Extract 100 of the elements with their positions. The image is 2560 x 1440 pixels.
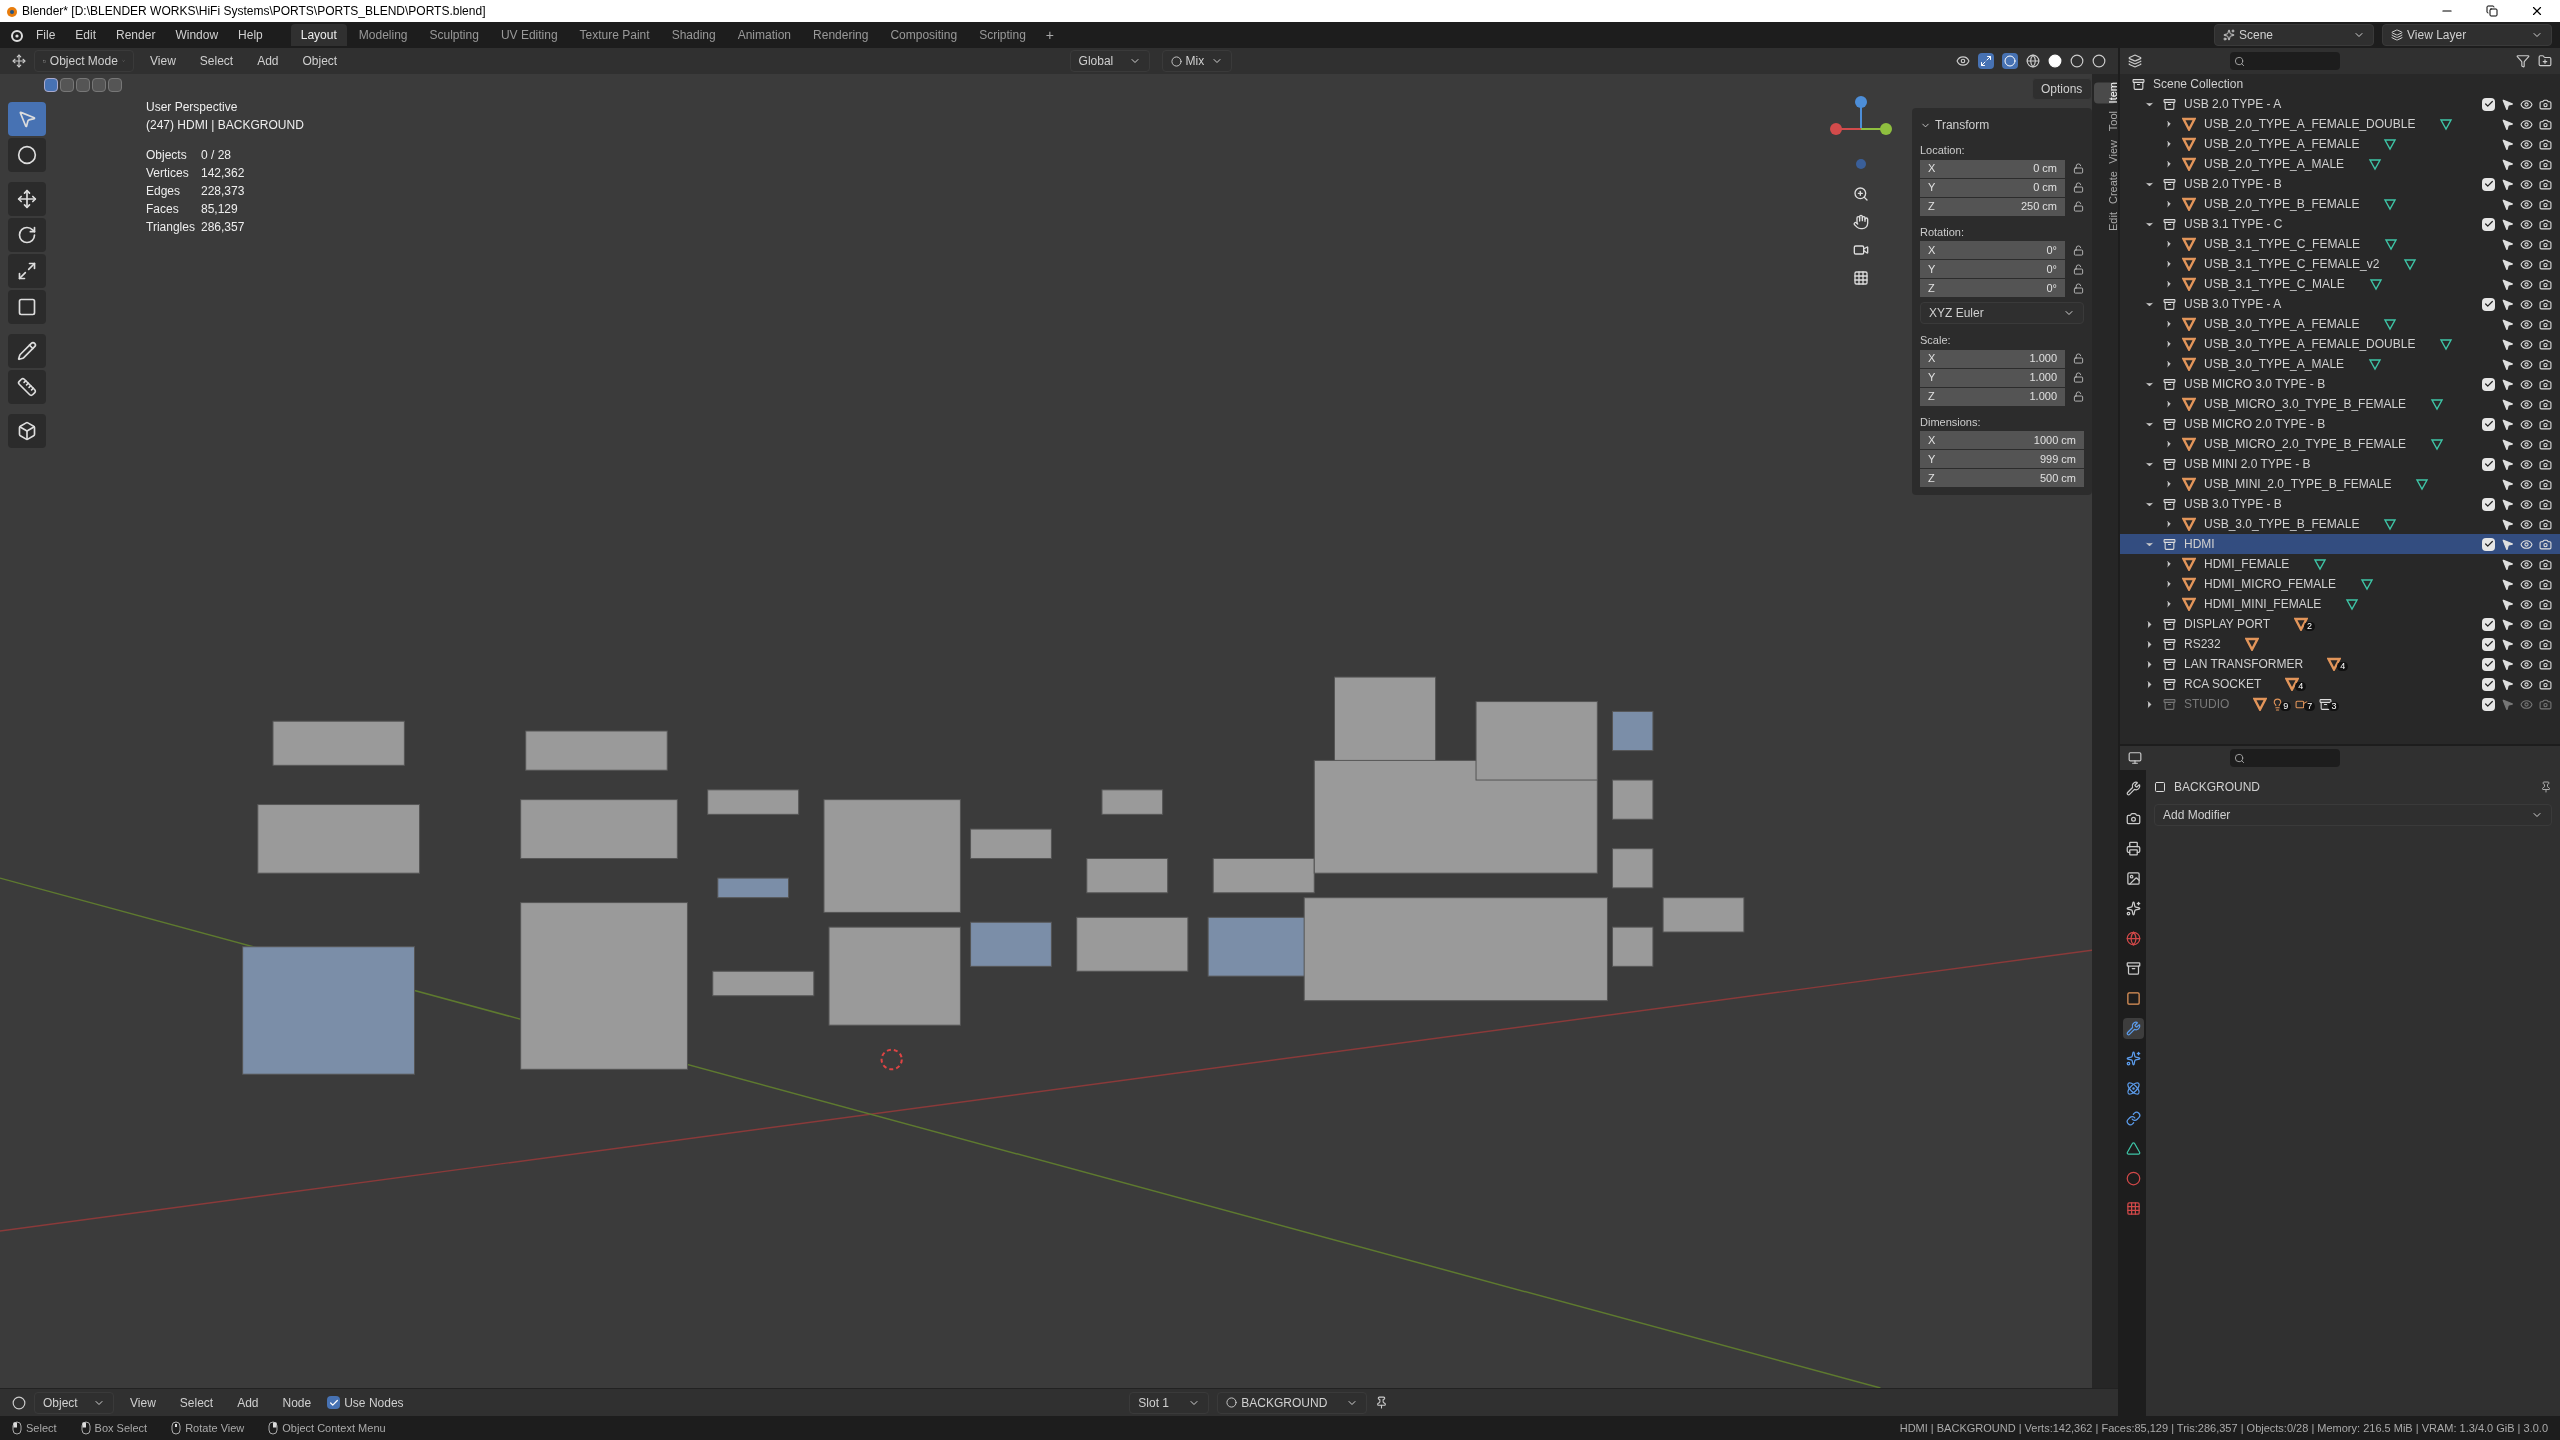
render-toggle-icon[interactable] xyxy=(2539,237,2552,251)
visibility-icon[interactable] xyxy=(2520,197,2533,211)
select-toggle-icon[interactable] xyxy=(2501,577,2514,591)
restore-icon[interactable] xyxy=(2486,5,2498,17)
object-name[interactable]: USB_3.1_TYPE_C_MALE xyxy=(2204,275,2345,293)
rotation-mode-dropdown[interactable]: XYZ Euler xyxy=(1920,302,2084,324)
number-field[interactable]: Y 1.000 xyxy=(1920,368,2065,387)
select-toggle-icon[interactable] xyxy=(2501,337,2514,351)
visibility-icon[interactable] xyxy=(2520,257,2533,271)
workspace-tab[interactable]: Texture Paint xyxy=(569,24,660,46)
number-field[interactable]: X 1.000 xyxy=(1920,349,2065,368)
visibility-icon[interactable] xyxy=(2520,237,2533,251)
collection-row[interactable]: USB 3.0 TYPE - B xyxy=(2120,494,2560,514)
camera-view-icon[interactable] xyxy=(1853,242,1869,258)
menu-item[interactable]: Edit xyxy=(67,26,105,44)
select-toggle-icon[interactable] xyxy=(2501,137,2514,151)
header-menu[interactable]: View xyxy=(122,1393,164,1412)
menu-item[interactable]: Window xyxy=(167,26,227,44)
visibility-icon[interactable] xyxy=(2520,297,2533,311)
render-toggle-icon[interactable] xyxy=(2539,297,2552,311)
select-toggle-icon[interactable] xyxy=(2501,617,2514,631)
select-toggle-icon[interactable] xyxy=(2501,197,2514,211)
visibility-icon[interactable] xyxy=(2520,177,2533,191)
render-toggle-icon[interactable] xyxy=(2539,477,2552,491)
lock-icon[interactable] xyxy=(2073,372,2084,383)
object-type-dropdown[interactable]: Object xyxy=(34,1391,114,1414)
render-toggle-icon[interactable] xyxy=(2539,377,2552,391)
select-toggle-icon[interactable] xyxy=(2501,417,2514,431)
visibility-icon[interactable] xyxy=(2520,477,2533,491)
scene-collection-label[interactable]: Scene Collection xyxy=(2153,75,2244,93)
visibility-icon[interactable] xyxy=(2520,137,2533,151)
render-toggle-icon[interactable] xyxy=(2539,177,2552,191)
object-name[interactable]: HDMI_MINI_FEMALE xyxy=(2204,595,2322,613)
exclude-checkbox[interactable] xyxy=(2482,177,2495,191)
expand-arrow-icon[interactable] xyxy=(2164,479,2174,489)
number-field[interactable]: Z 1.000 xyxy=(1920,387,2065,406)
material-selector[interactable]: BACKGROUND xyxy=(1217,1391,1368,1414)
number-field[interactable]: X 0° xyxy=(1920,241,2065,259)
view-layer-selector[interactable]: View Layer xyxy=(2382,24,2552,46)
object-name[interactable]: USB_2.0_TYPE_A_MALE xyxy=(2204,155,2345,173)
collection-row[interactable]: HDMI xyxy=(2120,534,2560,554)
render-toggle-icon[interactable] xyxy=(2539,577,2552,591)
select-toggle-icon[interactable] xyxy=(2501,637,2514,651)
tool-button[interactable] xyxy=(8,218,46,252)
exclude-checkbox[interactable] xyxy=(2482,677,2495,691)
visibility-icon[interactable] xyxy=(2520,217,2533,231)
options-dropdown[interactable]: Options xyxy=(2032,78,2092,100)
render-shading-icon[interactable] xyxy=(2092,54,2106,68)
use-nodes-checkbox[interactable] xyxy=(327,1396,341,1409)
select-toggle-icon[interactable] xyxy=(2501,157,2514,171)
select-toggle-icon[interactable] xyxy=(2501,237,2514,251)
workspace-tab[interactable]: Modeling xyxy=(348,24,418,46)
visibility-icon[interactable] xyxy=(2520,317,2533,331)
object-name[interactable]: USB_2.0_TYPE_B_FEMALE xyxy=(2204,195,2360,213)
app-logo-icon[interactable] xyxy=(8,27,24,43)
select-toggle-icon[interactable] xyxy=(2501,217,2514,231)
select-toggle-icon[interactable] xyxy=(2501,557,2514,571)
object-name[interactable]: USB_3.0_TYPE_A_FEMALE xyxy=(2204,315,2360,333)
search-field[interactable] xyxy=(2230,749,2340,767)
select-toggle-icon[interactable] xyxy=(2501,497,2514,511)
collection-row[interactable]: DISPLAY PORT 2 xyxy=(2120,614,2560,634)
render-toggle-icon[interactable] xyxy=(2539,257,2552,271)
select-toggle-icon[interactable] xyxy=(2501,517,2514,531)
exclude-checkbox[interactable] xyxy=(2482,637,2495,651)
collection-row[interactable]: USB 3.1 TYPE - C xyxy=(2120,214,2560,234)
visibility-icon[interactable] xyxy=(2520,617,2533,631)
workspace-tab[interactable]: Sculpting xyxy=(419,24,489,46)
add-modifier-dropdown[interactable]: Add Modifier xyxy=(2154,804,2552,826)
render-toggle-icon[interactable] xyxy=(2539,437,2552,451)
object-name[interactable]: USB_MICRO_2.0_TYPE_B_FEMALE xyxy=(2204,435,2407,453)
collection-row[interactable]: LAN TRANSFORMER 4 xyxy=(2120,654,2560,674)
exclude-checkbox[interactable] xyxy=(2482,297,2495,311)
exclude-checkbox[interactable] xyxy=(2482,537,2495,551)
workspace-tab[interactable]: Shading xyxy=(661,24,726,46)
select-mode-button[interactable] xyxy=(44,78,58,92)
number-field[interactable]: Z 250 cm xyxy=(1920,197,2065,216)
render-toggle-icon[interactable] xyxy=(2539,157,2552,171)
visibility-icon[interactable] xyxy=(2520,337,2533,351)
number-field[interactable]: Z 500 cm xyxy=(1920,469,2084,487)
zoom-icon[interactable] xyxy=(1853,186,1869,202)
search-field[interactable] xyxy=(2230,52,2340,70)
select-toggle-icon[interactable] xyxy=(2501,317,2514,331)
collection-row[interactable]: USB MICRO 3.0 TYPE - B xyxy=(2120,374,2560,394)
select-toggle-icon[interactable] xyxy=(2501,437,2514,451)
header-menu[interactable]: Select xyxy=(191,52,242,70)
exclude-checkbox[interactable] xyxy=(2482,217,2495,231)
grid-view-icon[interactable] xyxy=(1853,270,1869,286)
workspace-tab[interactable]: Compositing xyxy=(880,24,968,46)
collection-row[interactable]: RCA SOCKET 4 xyxy=(2120,674,2560,694)
collection-row[interactable]: USB MINI 2.0 TYPE - B xyxy=(2120,454,2560,474)
object-name[interactable]: USB_2.0_TYPE_A_FEMALE_DOUBLE xyxy=(2204,115,2416,133)
render-toggle-icon[interactable] xyxy=(2539,497,2552,511)
overlay-toggle-icon[interactable] xyxy=(2004,55,2016,67)
scene-selector[interactable]: Scene xyxy=(2214,24,2374,46)
workspace-tab[interactable]: Scripting xyxy=(969,24,1036,46)
render-toggle-icon[interactable] xyxy=(2539,277,2552,291)
collection-row[interactable]: USB 2.0 TYPE - B xyxy=(2120,174,2560,194)
object-name[interactable]: USB_MINI_2.0_TYPE_B_FEMALE xyxy=(2204,475,2392,493)
header-menu[interactable]: Object xyxy=(294,52,346,70)
tool-button[interactable] xyxy=(8,138,46,172)
